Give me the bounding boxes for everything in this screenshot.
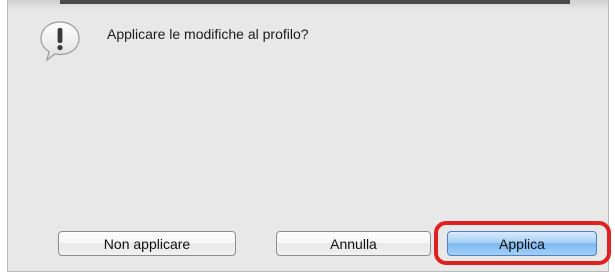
dont-apply-button[interactable]: Non applicare [58,231,236,256]
dialog-message: Applicare le modifiche al profilo? [107,26,309,42]
cancel-button[interactable]: Annulla [276,231,431,256]
window-title-edge [60,0,570,4]
alert-icon [38,19,82,63]
apply-button[interactable]: Applica [447,231,597,256]
